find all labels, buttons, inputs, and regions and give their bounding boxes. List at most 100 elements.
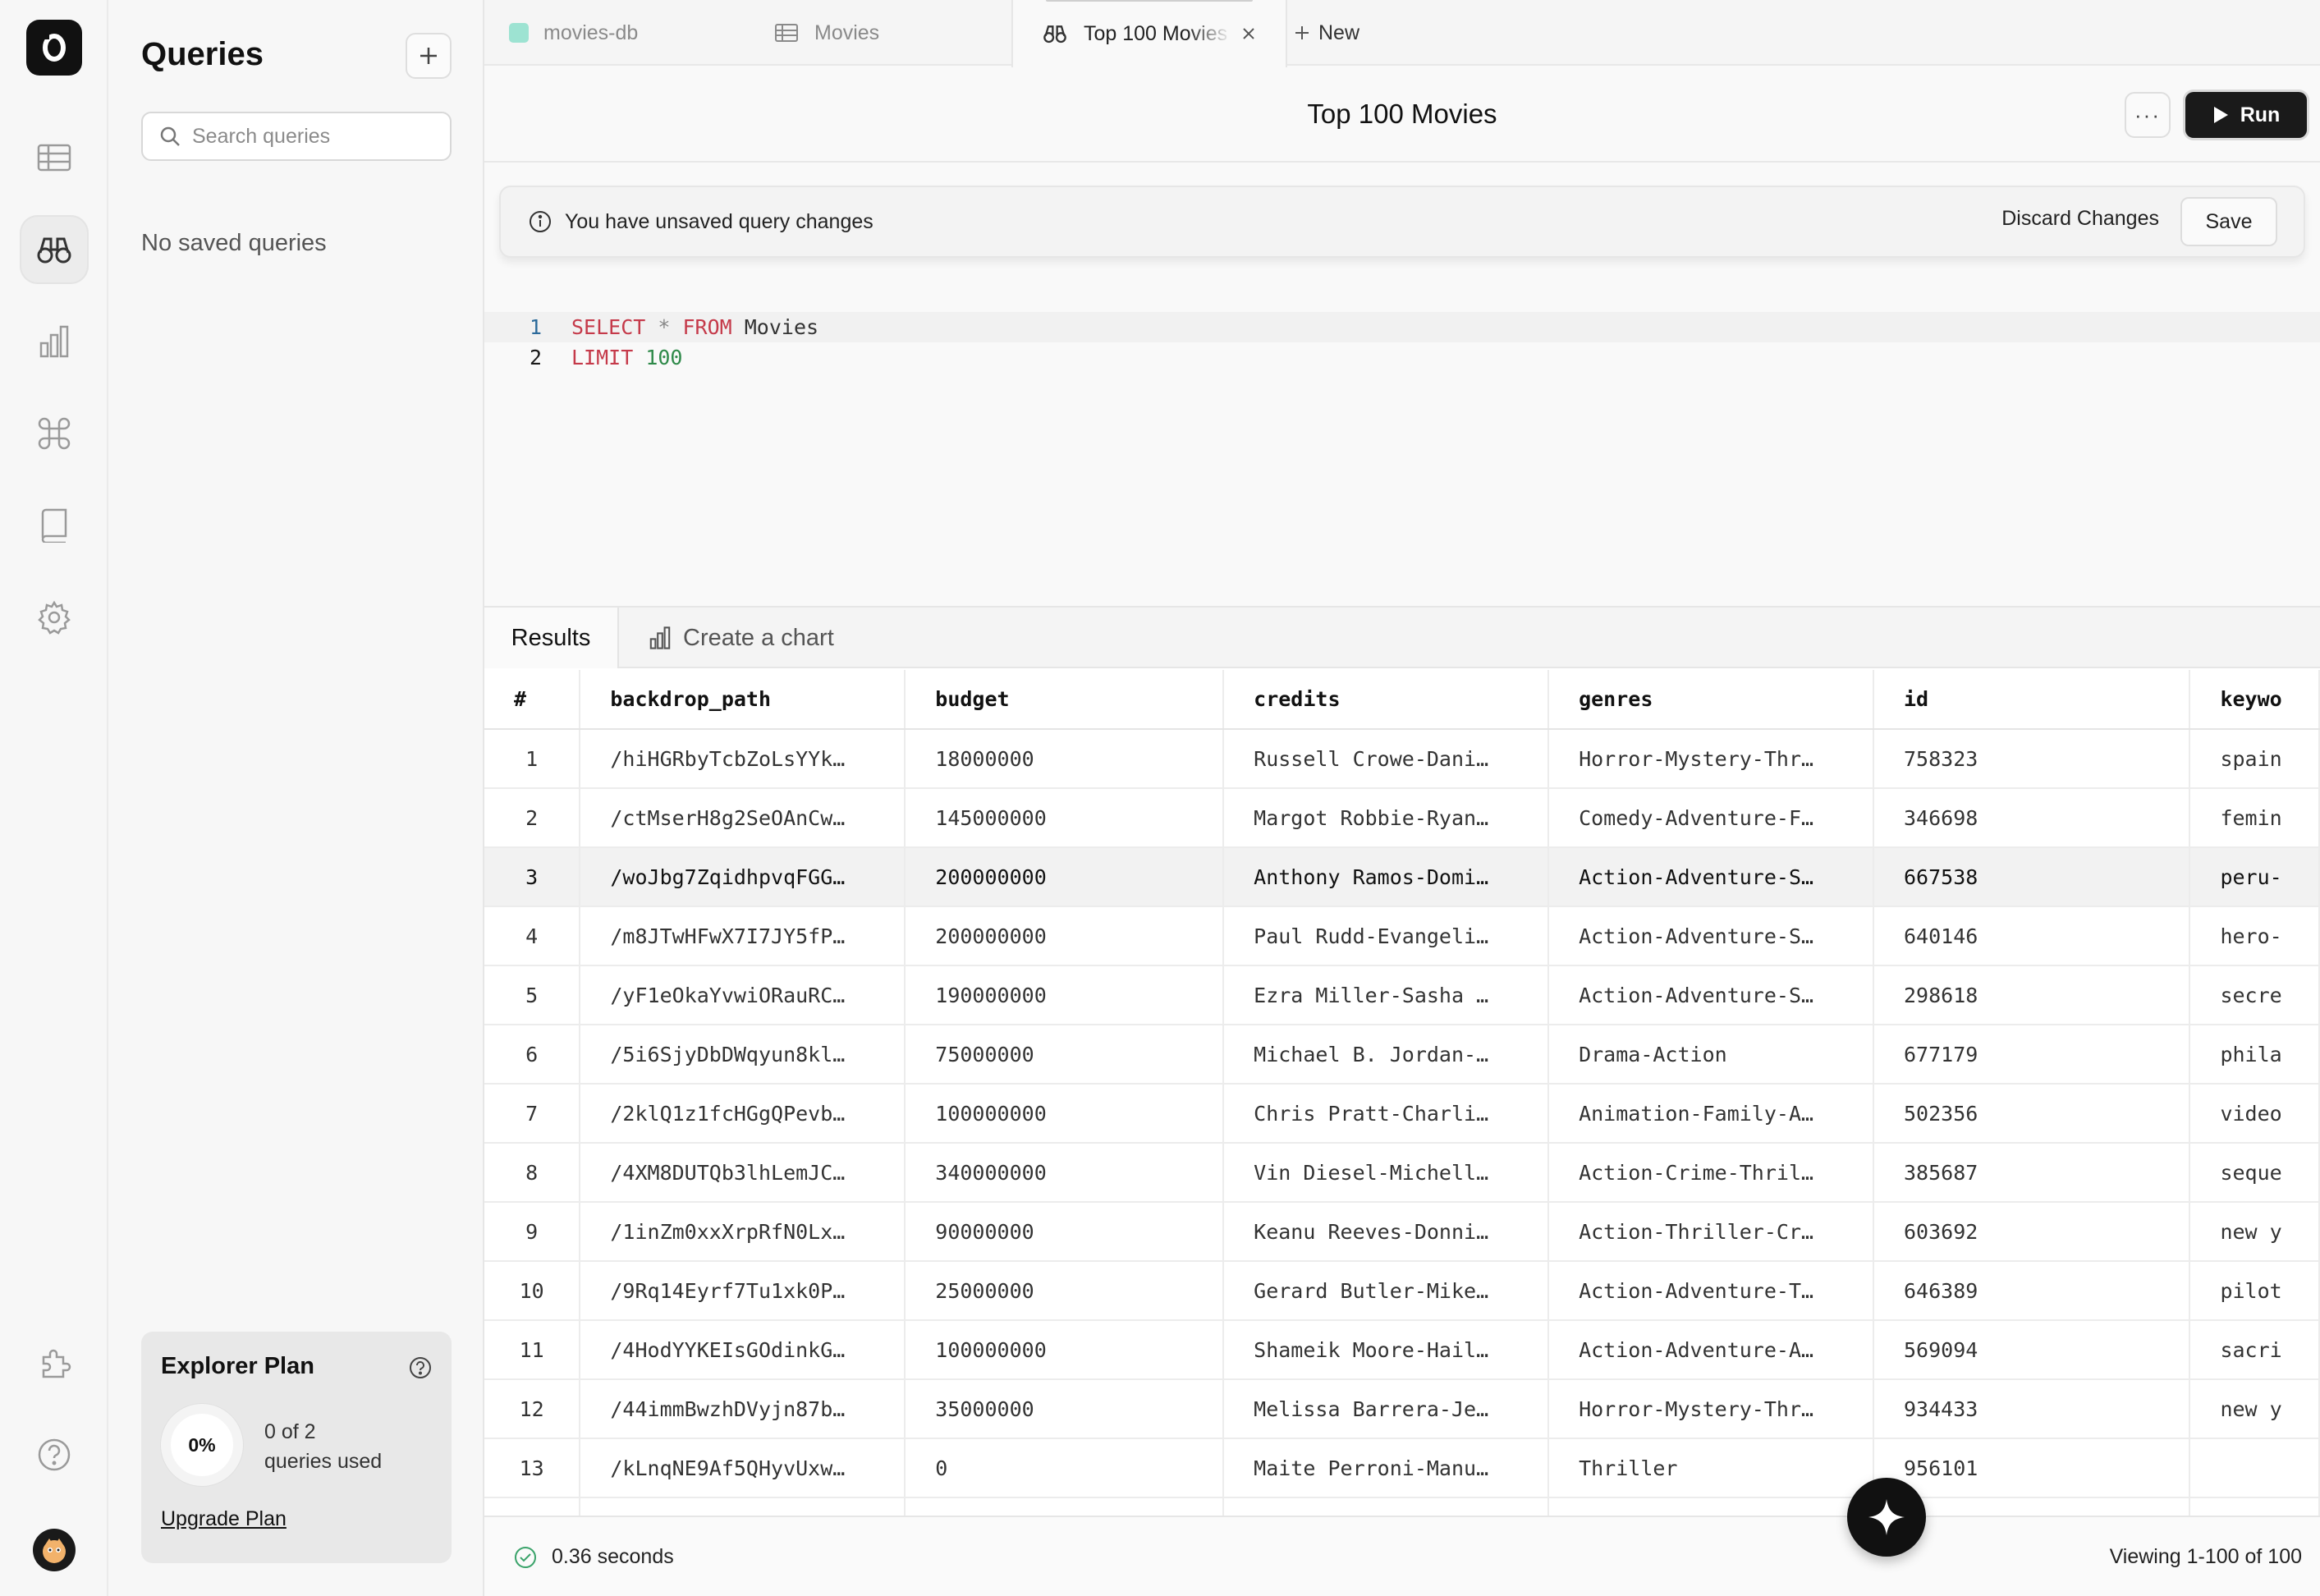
table-cell[interactable]: femin (2189, 788, 2320, 848)
table-cell[interactable]: Ezra Miller-Sasha … (1223, 965, 1550, 1025)
table-cell[interactable]: 346698 (1873, 788, 2191, 848)
search-queries-field[interactable] (141, 112, 452, 161)
chart-icon[interactable] (20, 307, 89, 376)
puzzle-icon[interactable] (20, 1328, 89, 1397)
table-cell[interactable]: /1inZm0xxXrpRfN0Lx… (580, 1202, 906, 1262)
table-cell[interactable]: 646389 (1873, 1261, 2191, 1321)
table-cell[interactable]: 90000000 (905, 1202, 1225, 1262)
table-cell[interactable]: 0 (905, 1438, 1225, 1498)
discard-changes-button[interactable]: Discard Changes (2001, 207, 2159, 231)
table-cell[interactable]: /m8JTwHFwX7I7JY5fP… (580, 906, 906, 966)
table-cell[interactable]: 603692 (1873, 1202, 2191, 1262)
row-number[interactable]: 8 (484, 1143, 581, 1203)
table-cell[interactable]: /kLnqNE9Af5QHyvUxw… (580, 1438, 906, 1498)
table-cell[interactable]: /4XM8DUTQb3lhLemJC… (580, 1143, 906, 1203)
table-cell[interactable]: /44immBwzhDVyjn87b… (580, 1379, 906, 1439)
table-cell[interactable]: video (2189, 1084, 2320, 1144)
table-cell[interactable]: 145000000 (905, 788, 1225, 848)
binoculars-icon[interactable] (20, 215, 89, 284)
table-cell[interactable]: 200000000 (905, 906, 1225, 966)
help-icon[interactable] (20, 1420, 89, 1489)
row-number[interactable]: 4 (484, 906, 581, 966)
table-cell[interactable]: 100000000 (905, 1320, 1225, 1380)
column-header[interactable]: genres (1548, 670, 1874, 730)
column-header[interactable]: budget (905, 670, 1225, 730)
ai-assistant-button[interactable] (1847, 1478, 1926, 1557)
table-cell[interactable]: 385687 (1873, 1143, 2191, 1203)
run-button[interactable]: Run (2185, 92, 2307, 138)
row-number[interactable]: 11 (484, 1320, 581, 1380)
table-cell[interactable]: 569094 (1873, 1320, 2191, 1380)
new-tab-button[interactable]: New (1294, 0, 1359, 66)
table-row[interactable]: 2/ctMserH8g2SeOAnCw… 145000000 Margot Robb… (484, 788, 2320, 848)
table-cell[interactable]: pilot (2189, 1261, 2320, 1321)
table-row[interactable]: 13/kLnqNE9Af5QHyvUxw… 0 Maite Perroni-Manu… (484, 1438, 2320, 1498)
table-cell[interactable]: new y (2189, 1379, 2320, 1439)
plan-help-icon[interactable] (409, 1356, 432, 1383)
column-header[interactable]: # (484, 670, 581, 730)
command-icon[interactable] (20, 399, 89, 468)
code-line[interactable]: 1 SELECT * FROM Movies (484, 312, 2320, 342)
close-tab-icon[interactable] (1241, 26, 1256, 41)
table-cell[interactable]: sacri (2189, 1320, 2320, 1380)
table-cell[interactable]: /4HodYYKEIsGOdinkG… (580, 1320, 906, 1380)
table-cell[interactable]: Melissa Barrera-Je… (1223, 1379, 1550, 1439)
table-cell[interactable]: 18000000 (905, 729, 1225, 789)
table-cell[interactable]: 640146 (1873, 906, 2191, 966)
table-row[interactable]: 11/4HodYYKEIsGOdinkG… 100000000 Shameik Mo… (484, 1320, 2320, 1380)
table-cell[interactable]: phila (2189, 1025, 2320, 1085)
row-number[interactable]: 1 (484, 729, 581, 789)
row-number[interactable]: 7 (484, 1084, 581, 1144)
table-cell[interactable]: 190000000 (905, 965, 1225, 1025)
tab-top-100-movies[interactable]: Top 100 Movies (1011, 0, 1287, 67)
tab-movies[interactable]: Movies (775, 0, 1048, 66)
table-cell[interactable]: Shameik Moore-Hail… (1223, 1320, 1550, 1380)
table-row[interactable]: 4/m8JTwHFwX7I7JY5fP… 200000000 Paul Rudd-E… (484, 906, 2320, 966)
table-cell[interactable]: Horror-Mystery-Thr… (1548, 1379, 1874, 1439)
table-cell[interactable]: Action-Adventure-S… (1548, 906, 1874, 966)
table-cell[interactable]: Action-Adventure-T… (1548, 1261, 1874, 1321)
table-cell[interactable]: Comedy-Adventure-F… (1548, 788, 1874, 848)
table-cell[interactable]: Action-Crime-Thril… (1548, 1143, 1874, 1203)
upgrade-plan-link[interactable]: Upgrade Plan (161, 1507, 287, 1531)
table-cell[interactable]: seque (2189, 1143, 2320, 1203)
table-cell[interactable]: /5i6SjyDbDWqyun8kl… (580, 1025, 906, 1085)
table-row[interactable]: 1/hiHGRbyTcbZoLsYYk… 18000000 Russell Crow… (484, 729, 2320, 789)
table-row[interactable]: 6/5i6SjyDbDWqyun8kl… 75000000 Michael B. J… (484, 1025, 2320, 1085)
table-cell[interactable]: 502356 (1873, 1084, 2191, 1144)
table-cell[interactable]: Gerard Butler-Mike… (1223, 1261, 1550, 1321)
column-header[interactable]: keywo (2189, 670, 2320, 730)
table-cell[interactable]: Anthony Ramos-Domi… (1223, 847, 1550, 907)
table-cell[interactable]: Action-Thriller-Cr… (1548, 1202, 1874, 1262)
code-line[interactable]: 2 LIMIT 100 (484, 342, 2320, 373)
table-cell[interactable]: 298618 (1873, 965, 2191, 1025)
table-row[interactable]: 8/4XM8DUTQb3lhLemJC… 340000000 Vin Diesel-… (484, 1143, 2320, 1203)
table-cell[interactable]: 340000000 (905, 1143, 1225, 1203)
column-header[interactable]: id (1873, 670, 2191, 730)
table-cell[interactable]: Michael B. Jordan-… (1223, 1025, 1550, 1085)
table-cell[interactable]: 75000000 (905, 1025, 1225, 1085)
table-cell[interactable]: Vin Diesel-Michell… (1223, 1143, 1550, 1203)
row-number[interactable]: 6 (484, 1025, 581, 1085)
table-cell[interactable]: 200000000 (905, 847, 1225, 907)
table-cell[interactable]: secre (2189, 965, 2320, 1025)
tab-create-chart[interactable]: Create a chart (649, 608, 834, 668)
table-cell[interactable]: 35000000 (905, 1379, 1225, 1439)
row-number[interactable]: 2 (484, 788, 581, 848)
row-number[interactable]: 10 (484, 1261, 581, 1321)
table-cell[interactable] (2189, 1438, 2320, 1498)
table-cell[interactable]: Drama-Action (1548, 1025, 1874, 1085)
settings-gear-icon[interactable] (20, 583, 89, 652)
table-cell[interactable]: /hiHGRbyTcbZoLsYYk… (580, 729, 906, 789)
table-cell[interactable]: Paul Rudd-Evangeli… (1223, 906, 1550, 966)
table-cell[interactable]: Thriller (1548, 1438, 1874, 1498)
save-button[interactable]: Save (2180, 197, 2277, 246)
row-number[interactable]: 3 (484, 847, 581, 907)
table-cell[interactable]: 667538 (1873, 847, 2191, 907)
more-options-button[interactable]: ··· (2125, 92, 2171, 138)
table-cell[interactable]: 677179 (1873, 1025, 2191, 1085)
table-row[interactable]: 5/yF1eOkaYvwiORauRC… 190000000 Ezra Miller… (484, 965, 2320, 1025)
row-number[interactable]: 13 (484, 1438, 581, 1498)
book-icon[interactable] (20, 491, 89, 560)
user-avatar[interactable] (33, 1529, 76, 1571)
